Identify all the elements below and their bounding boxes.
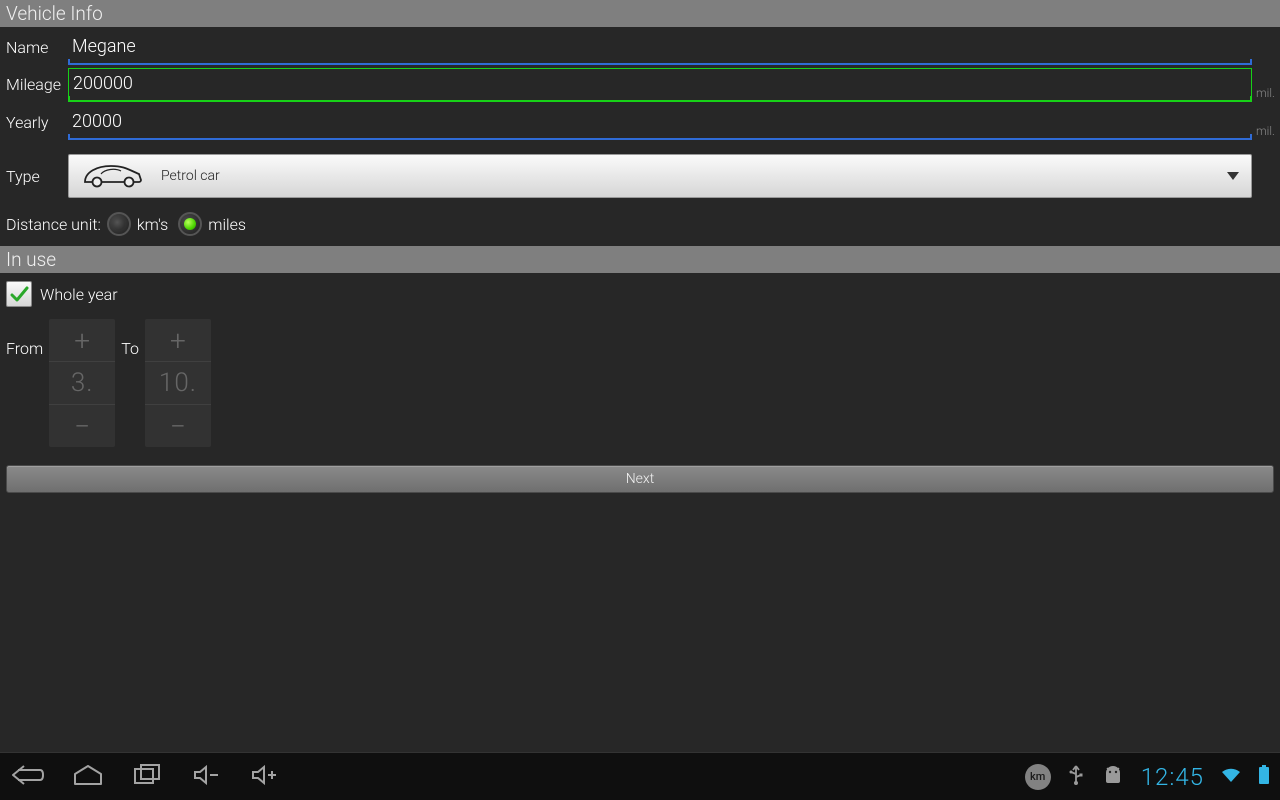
to-picker[interactable]: + 10. −	[145, 319, 211, 447]
android-debug-icon	[1101, 765, 1125, 789]
home-icon[interactable]	[72, 763, 104, 791]
to-increment-button[interactable]: +	[145, 319, 211, 361]
from-label: From	[6, 319, 43, 358]
to-value[interactable]: 10.	[145, 361, 211, 405]
car-icon	[81, 160, 145, 192]
distance-unit-label: Distance unit:	[6, 215, 101, 234]
whole-year-label: Whole year	[40, 285, 118, 304]
battery-icon	[1258, 765, 1270, 789]
from-increment-button[interactable]: +	[49, 319, 115, 361]
type-label: Type	[6, 167, 68, 186]
radio-miles-label: miles	[208, 215, 246, 234]
yearly-input[interactable]	[68, 107, 1252, 138]
radio-km[interactable]	[107, 212, 131, 236]
section-title-in-use: In use	[6, 248, 56, 271]
wifi-icon	[1220, 766, 1242, 788]
name-input[interactable]	[68, 32, 1252, 63]
km-badge-icon[interactable]: km	[1025, 764, 1051, 790]
from-picker[interactable]: + 3. −	[49, 319, 115, 447]
from-value[interactable]: 3.	[49, 361, 115, 405]
check-icon	[9, 284, 29, 304]
recent-apps-icon[interactable]	[132, 763, 164, 791]
system-bar: km 12:45	[0, 752, 1280, 800]
from-decrement-button[interactable]: −	[49, 405, 115, 447]
to-decrement-button[interactable]: −	[145, 405, 211, 447]
yearly-unit: mil.	[1252, 124, 1274, 140]
type-value: Petrol car	[161, 168, 220, 184]
next-button-label: Next	[626, 471, 655, 487]
mileage-unit: mil.	[1252, 86, 1274, 102]
whole-year-checkbox[interactable]	[6, 281, 32, 307]
usb-icon	[1067, 764, 1085, 790]
type-dropdown[interactable]: Petrol car	[68, 154, 1252, 198]
section-header-in-use: In use	[0, 246, 1280, 273]
next-button[interactable]: Next	[6, 465, 1274, 493]
yearly-label: Yearly	[6, 113, 68, 140]
back-icon[interactable]	[10, 763, 44, 791]
section-title: Vehicle Info	[6, 2, 103, 25]
chevron-down-icon	[1227, 168, 1239, 184]
volume-down-icon[interactable]	[192, 763, 222, 791]
mileage-label: Mileage	[6, 75, 68, 102]
clock[interactable]: 12:45	[1141, 763, 1204, 791]
radio-miles[interactable]	[178, 212, 202, 236]
to-label: To	[121, 319, 139, 358]
section-header-vehicle-info: Vehicle Info	[0, 0, 1280, 27]
name-label: Name	[6, 38, 68, 65]
mileage-input[interactable]	[69, 69, 1251, 100]
radio-km-label: km's	[137, 215, 168, 234]
volume-up-icon[interactable]	[250, 763, 280, 791]
